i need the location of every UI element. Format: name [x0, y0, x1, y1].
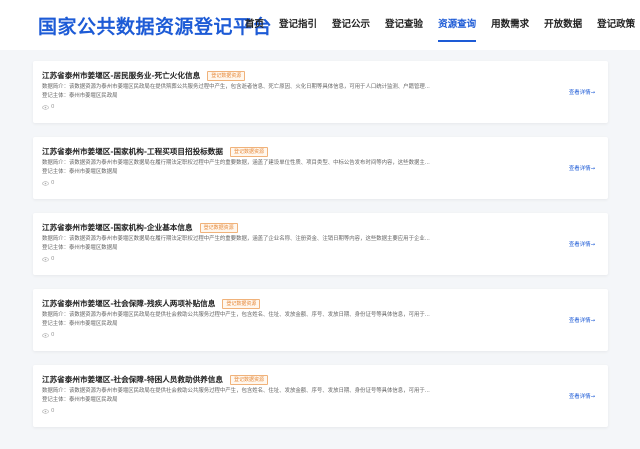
view-count: 0 — [42, 255, 54, 263]
view-count: 0 — [42, 331, 54, 339]
card-owner: 登记主体：泰州市姜堰区数据局 — [42, 245, 118, 251]
status-badge: 登记数据资源 — [199, 222, 238, 233]
card-owner: 登记主体：泰州市姜堰区民政局 — [42, 321, 118, 327]
view-count-value: 0 — [51, 256, 55, 262]
card-owner: 登记主体：泰州市姜堰区民政局 — [42, 397, 118, 403]
site-header: 国家公共数据资源登记平台 首页 登记指引 登记公示 登记查验 资源查询 用数需求… — [0, 0, 640, 50]
view-details-link[interactable]: 查看详情→ — [569, 316, 595, 324]
view-count-value: 0 — [51, 180, 55, 186]
site-logo[interactable]: 国家公共数据资源登记平台 — [38, 12, 272, 39]
nav-item-demand[interactable]: 用数需求 — [491, 18, 529, 38]
card-description: 数据简介：该数据资源为泰州市姜堰区数据局在履行期法定职权过程中产生的重要数据，涵… — [42, 236, 430, 242]
nav-item-home[interactable]: 首页 — [245, 18, 264, 38]
nav-item-verify[interactable]: 登记查验 — [385, 18, 423, 38]
view-details-link[interactable]: 查看详情→ — [569, 164, 595, 172]
eye-icon — [42, 104, 49, 110]
nav-item-publicity[interactable]: 登记公示 — [332, 18, 370, 38]
view-details-link[interactable]: 查看详情→ — [569, 392, 595, 400]
card-title[interactable]: 江苏省泰州市姜堰区-国家机构-企业基本信息 — [42, 222, 193, 233]
status-badge: 登记数据资源 — [207, 70, 246, 81]
view-count-value: 0 — [51, 104, 55, 110]
view-count-value: 0 — [51, 332, 55, 338]
eye-icon — [42, 180, 49, 186]
view-count: 0 — [42, 103, 54, 111]
card-description: 数据简介：该数据资源为泰州市姜堰区民政局在提供社会救助公共服务过程中产生，包含姓… — [42, 388, 430, 394]
status-badge: 登记数据资源 — [229, 374, 268, 385]
card-owner: 登记主体：泰州市姜堰区民政局 — [42, 93, 118, 99]
card-description: 数据简介：该数据资源为泰州市姜堰区民政局在提供社会救助公共服务过程中产生，包含姓… — [42, 312, 430, 318]
resource-card[interactable]: 江苏省泰州市姜堰区-社会保障-残疾人两项补贴信息 登记数据资源 数据简介：该数据… — [33, 289, 608, 351]
resource-card[interactable]: 江苏省泰州市姜堰区-居民服务业-死亡火化信息 登记数据资源 数据简介：该数据资源… — [33, 61, 608, 123]
card-title[interactable]: 江苏省泰州市姜堰区-社会保障-残疾人两项补贴信息 — [42, 298, 215, 309]
eye-icon — [42, 256, 49, 262]
view-details-link[interactable]: 查看详情→ — [569, 88, 595, 96]
card-title[interactable]: 江苏省泰州市姜堰区-居民服务业-死亡火化信息 — [42, 70, 200, 81]
view-count: 0 — [42, 407, 54, 415]
nav-item-open-data[interactable]: 开放数据 — [544, 18, 582, 38]
card-owner: 登记主体：泰州市姜堰区数据局 — [42, 169, 118, 175]
resource-card[interactable]: 江苏省泰州市姜堰区-国家机构-工程买项目招投标数据 登记数据资源 数据简介：该数… — [33, 137, 608, 199]
status-badge: 登记数据资源 — [229, 146, 268, 157]
card-description: 数据简介：该数据资源为泰州市姜堰区数据局在履行期法定职权过程中产生的重要数据，涵… — [42, 160, 430, 166]
view-count-value: 0 — [51, 408, 55, 414]
resource-card[interactable]: 江苏省泰州市姜堰区-国家机构-企业基本信息 登记数据资源 数据简介：该数据资源为… — [33, 213, 608, 275]
eye-icon — [42, 332, 49, 338]
nav-item-policy[interactable]: 登记政策 — [597, 18, 635, 38]
nav-item-guide[interactable]: 登记指引 — [279, 18, 317, 38]
nav-item-resource-query[interactable]: 资源查询 — [438, 18, 477, 42]
resource-card[interactable]: 江苏省泰州市姜堰区-社会保障-特困人员救助供养信息 登记数据资源 数据简介：该数… — [33, 365, 608, 427]
card-description: 数据简介：该数据资源为泰州市姜堰区民政局在提供殡葬公共服务过程中产生，包含逝者信… — [42, 84, 430, 90]
resource-list: 江苏省泰州市姜堰区-居民服务业-死亡火化信息 登记数据资源 数据简介：该数据资源… — [0, 50, 640, 449]
status-badge: 登记数据资源 — [222, 298, 261, 309]
view-count: 0 — [42, 179, 54, 187]
main-nav: 首页 登记指引 登记公示 登记查验 资源查询 用数需求 开放数据 登记政策 — [245, 18, 640, 42]
view-details-link[interactable]: 查看详情→ — [569, 240, 595, 248]
card-title[interactable]: 江苏省泰州市姜堰区-社会保障-特困人员救助供养信息 — [42, 374, 223, 385]
eye-icon — [42, 408, 49, 414]
card-title[interactable]: 江苏省泰州市姜堰区-国家机构-工程买项目招投标数据 — [42, 146, 223, 157]
